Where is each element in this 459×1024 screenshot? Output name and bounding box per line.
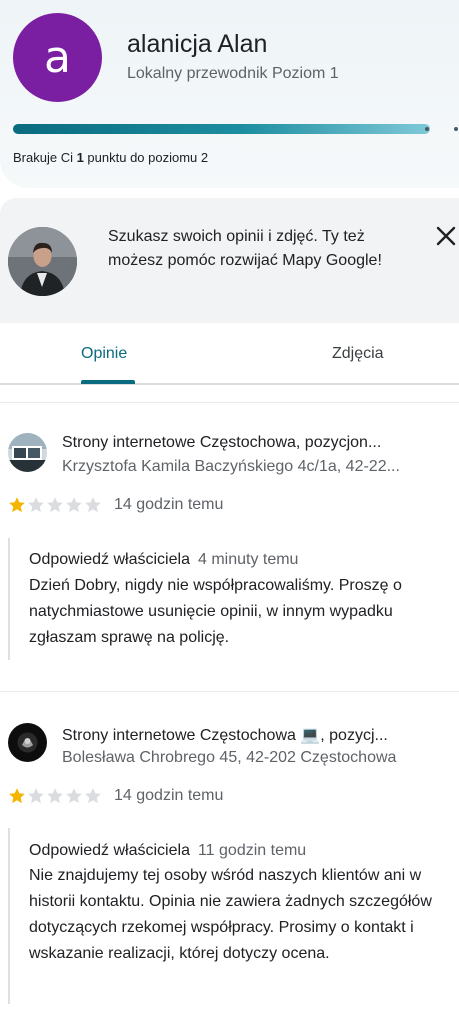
reply-border bbox=[8, 828, 10, 1004]
local-guide-level: Lokalny przewodnik Poziom 1 bbox=[127, 65, 339, 82]
review-time: 14 godzin temu bbox=[114, 496, 224, 513]
star-empty-icon bbox=[28, 788, 44, 804]
promo-message: Szukasz swoich opinii i zdjęć. Ty też mo… bbox=[108, 228, 382, 269]
reply-border bbox=[8, 538, 10, 660]
owner-reply-text: Dzień Dobry, nigdy nie współpracowaliśmy… bbox=[29, 577, 402, 646]
tab-reviews[interactable]: Opinie bbox=[81, 345, 127, 363]
star-filled-icon bbox=[9, 788, 25, 804]
level-progress-fill bbox=[13, 124, 430, 134]
list-divider bbox=[0, 402, 459, 403]
business-thumbnail bbox=[8, 433, 47, 472]
business-thumbnail bbox=[8, 723, 47, 762]
active-tab-indicator bbox=[81, 380, 135, 384]
star-empty-icon bbox=[66, 497, 82, 513]
close-icon[interactable] bbox=[432, 222, 459, 250]
star-rating bbox=[8, 496, 102, 514]
owner-reply-text: Nie znajdujemy tej osoby wśród naszych k… bbox=[29, 867, 432, 962]
owner-reply-header: Odpowiedź właściciela 11 godzin temu bbox=[29, 842, 307, 859]
avatar[interactable]: a bbox=[13, 13, 102, 102]
content-tabs: Opinie Zdjęcia bbox=[0, 323, 459, 385]
star-filled-icon bbox=[9, 497, 25, 513]
owner-reply-header: Odpowiedź właściciela 4 minuty temu bbox=[29, 551, 299, 568]
star-empty-icon bbox=[47, 788, 63, 804]
points-to-next-level: Brakuje Ci 1 punktu do poziomu 2 bbox=[13, 150, 209, 165]
star-empty-icon bbox=[28, 497, 44, 513]
business-name[interactable]: Strony internetowe Częstochowa, pozycjon… bbox=[62, 434, 442, 452]
tab-photos[interactable]: Zdjęcia bbox=[332, 345, 384, 363]
business-address: Bolesława Chrobrego 45, 42-202 Częstocho… bbox=[62, 749, 397, 766]
progress-milestone-dot bbox=[454, 127, 458, 131]
profile-header: a alanicja Alan Lokalny przewodnik Pozio… bbox=[0, 0, 459, 188]
user-name: alanicja Alan bbox=[127, 30, 268, 58]
progress-milestone-dot bbox=[425, 127, 429, 131]
star-rating bbox=[8, 787, 102, 805]
business-address: Krzysztofa Kamila Baczyńskiego 4c/1a, 42… bbox=[62, 458, 400, 475]
star-empty-icon bbox=[85, 788, 101, 804]
star-empty-icon bbox=[85, 497, 101, 513]
level-progress-bar bbox=[13, 124, 459, 134]
promo-person-photo bbox=[8, 227, 77, 296]
list-divider bbox=[0, 691, 459, 692]
star-empty-icon bbox=[66, 788, 82, 804]
business-name[interactable]: Strony internetowe Częstochowa 💻, pozycj… bbox=[62, 725, 442, 745]
star-empty-icon bbox=[47, 497, 63, 513]
review-time: 14 godzin temu bbox=[114, 787, 224, 804]
contribute-promo-banner: Szukasz swoich opinii i zdjęć. Ty też mo… bbox=[0, 198, 459, 323]
